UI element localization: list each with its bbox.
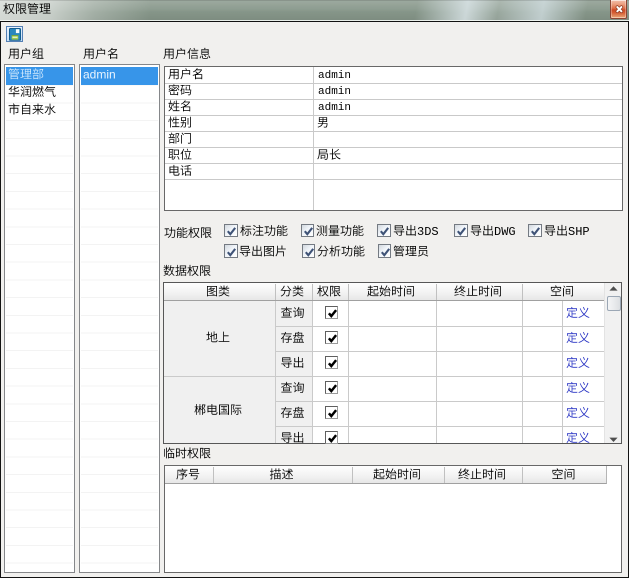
svg-text:3DS: 3DS (417, 225, 439, 239)
svg-text:admin: admin (318, 70, 351, 82)
svg-text:SHP: SHP (568, 225, 590, 239)
svg-text:admin: admin (318, 102, 351, 114)
svg-text:DWG: DWG (494, 225, 516, 239)
svg-text:admin: admin (318, 86, 351, 98)
svg-text:admin: admin (83, 67, 116, 81)
